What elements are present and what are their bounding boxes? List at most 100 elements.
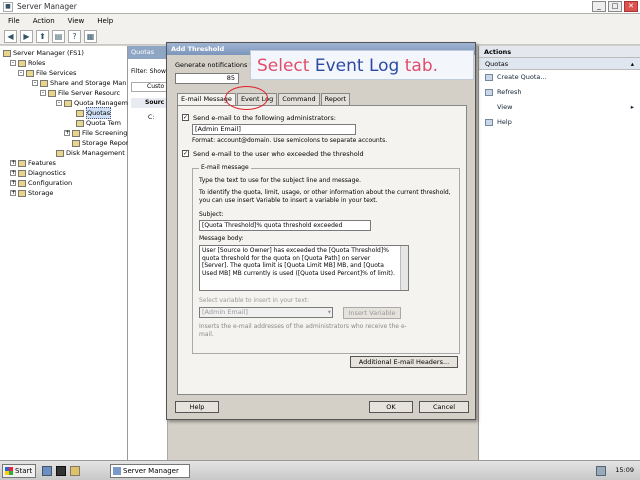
action-view[interactable]: View ▸ — [479, 100, 640, 115]
message-body-text: User [Source Io Owner] has exceeded the … — [202, 247, 395, 277]
quota-row-c[interactable]: C: — [148, 114, 154, 121]
dropdown-arrow-icon: ▾ — [327, 308, 331, 316]
tree-file-services[interactable]: - File Services — [18, 68, 76, 78]
navigation-tree: Server Manager (FS1) - Roles - File Servic… — [0, 46, 139, 460]
email-group-label: E-mail message — [199, 164, 251, 171]
additional-headers-button[interactable]: Additional E-mail Headers... — [350, 356, 458, 368]
send-user-checkbox[interactable]: ✓ — [182, 150, 189, 157]
tree-quota-templates[interactable]: Quota Tem — [76, 118, 121, 128]
insert-variable-button[interactable]: Insert Variable — [343, 307, 401, 319]
quicklaunch-server-icon[interactable] — [42, 466, 52, 476]
highlight-ring — [225, 86, 268, 110]
tree-disk-management[interactable]: Disk Management — [56, 148, 125, 158]
ok-button[interactable]: OK — [369, 401, 413, 413]
maximize-button[interactable]: □ — [608, 1, 622, 12]
tree-storage[interactable]: + Storage — [10, 188, 53, 198]
email-message-group: E-mail message Type the text to use for … — [192, 164, 460, 354]
tree-quotas[interactable]: Quotas — [76, 107, 112, 119]
disk-icon — [56, 149, 64, 157]
action-create-quota[interactable]: Create Quota... — [479, 70, 640, 85]
storage-icon — [18, 189, 26, 197]
tree-storage-reports[interactable]: Storage Reports — [72, 138, 134, 148]
report-icon — [72, 139, 80, 147]
variable-dropdown[interactable]: [Admin Email] ▾ — [199, 307, 333, 318]
action-label: Create Quota... — [497, 73, 547, 81]
menu-file[interactable]: File — [8, 17, 20, 25]
show-tree-icon[interactable]: ▤ — [52, 29, 65, 43]
expand-icon[interactable]: + — [64, 130, 70, 136]
menu-view[interactable]: View — [68, 17, 85, 25]
cancel-button[interactable]: Cancel — [419, 401, 469, 413]
tab-report[interactable]: Report — [320, 93, 351, 105]
tree-fsrm[interactable]: - File Server Resourc — [40, 88, 120, 98]
custom-filter-box[interactable]: Custo — [131, 82, 167, 92]
start-label: Start — [15, 467, 33, 475]
menu-help[interactable]: Help — [97, 17, 113, 25]
tree-share-storage[interactable]: - Share and Storage Man — [32, 78, 126, 88]
back-icon[interactable]: ◀ — [4, 29, 17, 43]
tree-diagnostics[interactable]: + Diagnostics — [10, 168, 66, 178]
expand-icon[interactable]: + — [10, 170, 16, 176]
source-column-header[interactable]: Sourc — [131, 98, 167, 108]
tab-command[interactable]: Command — [278, 93, 320, 105]
collapse-icon[interactable]: - — [56, 100, 62, 106]
folder-icon — [26, 69, 34, 77]
quicklaunch-explorer-icon[interactable] — [70, 466, 80, 476]
collapse-icon[interactable]: - — [18, 70, 24, 76]
send-user-label: Send e-mail to the user who exceeded the… — [193, 150, 364, 158]
roles-icon — [18, 59, 26, 67]
tree-features[interactable]: + Features — [10, 158, 56, 168]
subject-label: Subject: — [199, 211, 224, 218]
taskbar: Start Server Manager 15:09 — [0, 460, 640, 480]
collapse-arrow-icon[interactable]: ▴ — [631, 58, 634, 69]
generate-notifications-label: Generate notifications w — [175, 61, 255, 69]
callout-word-event-log: Event Log — [314, 56, 400, 76]
quotas-panel-header: Quotas — [128, 46, 168, 59]
message-scrollbar[interactable] — [400, 246, 408, 290]
quicklaunch-cmd-icon[interactable] — [56, 466, 66, 476]
actions-panel: Actions Quotas ▴ Create Quota... Refresh … — [478, 46, 640, 460]
send-admin-checkbox[interactable]: ✓ — [182, 114, 189, 121]
collapse-icon[interactable]: - — [40, 90, 46, 96]
collapse-icon[interactable]: - — [10, 60, 16, 66]
quota-icon — [64, 99, 72, 107]
threshold-percent-input[interactable]: 85 — [175, 73, 239, 84]
server-manager-icon — [113, 467, 121, 475]
action-help[interactable]: Help — [479, 115, 640, 130]
send-admin-label: Send e-mail to the following administrat… — [193, 114, 336, 122]
network-tray-icon[interactable] — [596, 466, 606, 476]
forward-icon[interactable]: ▶ — [20, 29, 33, 43]
tree-roles[interactable]: - Roles — [10, 58, 45, 68]
message-body-label: Message body: — [199, 235, 244, 242]
action-label: View — [497, 103, 513, 111]
expand-icon[interactable]: + — [10, 190, 16, 196]
minimize-button[interactable]: _ — [592, 1, 606, 12]
help-button[interactable]: Help — [175, 401, 219, 413]
actions-quotas-section[interactable]: Quotas ▴ — [479, 58, 640, 70]
submenu-arrow-icon: ▸ — [630, 103, 634, 111]
close-button[interactable]: ✕ — [624, 1, 638, 12]
properties-icon[interactable]: ▦ — [84, 29, 97, 43]
message-body-textarea[interactable]: User [Source Io Owner] has exceeded the … — [199, 245, 409, 291]
admin-email-input[interactable]: [Admin Email] — [192, 124, 356, 135]
type-text-label: Type the text to use for the subject lin… — [199, 177, 362, 184]
expand-icon[interactable]: + — [10, 180, 16, 186]
app-icon: ■ — [3, 1, 13, 12]
collapse-icon[interactable]: - — [32, 80, 38, 86]
start-button[interactable]: Start — [2, 464, 36, 478]
filter-label[interactable]: Filter: Show — [131, 68, 166, 75]
up-folder-icon[interactable]: ⬆ — [36, 29, 49, 43]
identify-help-text: To identify the quota, limit, usage, or … — [199, 189, 451, 204]
share-icon — [40, 79, 48, 87]
window-title: Server Manager — [17, 2, 77, 11]
action-refresh[interactable]: Refresh — [479, 85, 640, 100]
create-quota-icon — [485, 74, 493, 81]
tree-server-manager[interactable]: Server Manager (FS1) — [3, 48, 84, 58]
subject-input[interactable]: [Quota Threshold]% quota threshold excee… — [199, 220, 371, 231]
menu-action[interactable]: Action — [33, 17, 55, 25]
expand-icon[interactable]: + — [10, 160, 16, 166]
features-icon — [18, 159, 26, 167]
help-icon[interactable]: ? — [68, 29, 81, 43]
taskbar-server-manager[interactable]: Server Manager — [110, 464, 190, 478]
tree-configuration[interactable]: + Configuration — [10, 178, 72, 188]
